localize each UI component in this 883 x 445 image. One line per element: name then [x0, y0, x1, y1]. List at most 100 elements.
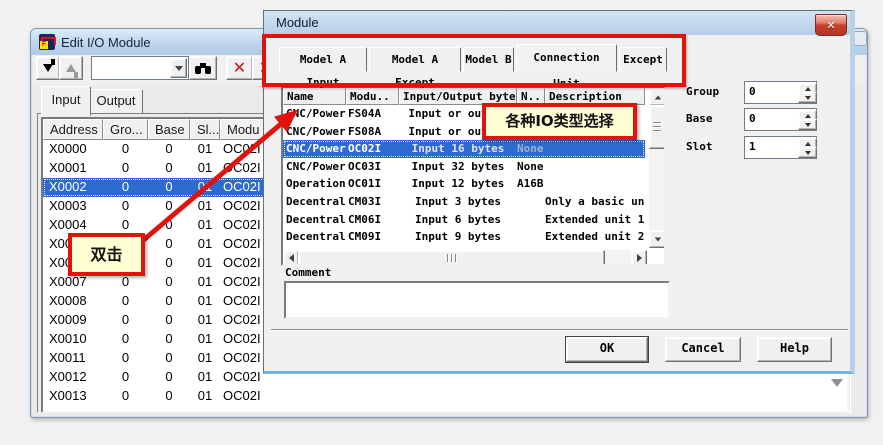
- cell: 0: [103, 311, 148, 330]
- vertical-scrollbar[interactable]: [649, 88, 664, 246]
- cell: 0: [148, 159, 190, 178]
- cell: Operation: [283, 175, 346, 193]
- module-type-tabs: Model A InputModel A ExceptModel BConnec…: [279, 43, 669, 72]
- tab-model-a-except[interactable]: Model A Except: [369, 47, 461, 72]
- spinner: [798, 110, 815, 127]
- tab-connection-unit[interactable]: Connection Unit: [516, 44, 617, 72]
- tab-except[interactable]: Except: [619, 47, 667, 72]
- cell: 0: [148, 216, 190, 235]
- cell: 0: [148, 368, 190, 387]
- scroll-left-button[interactable]: [283, 250, 299, 266]
- cell: 01: [190, 311, 220, 330]
- cell: OC01I: [346, 175, 399, 193]
- fanuc-ladder-icon: F: [39, 34, 55, 50]
- cell: 01: [190, 178, 220, 197]
- up-arrow-icon: [66, 64, 76, 72]
- module-list-row[interactable]: CNC/PowerOC02IInput 16 bytesNone: [283, 140, 645, 158]
- cell: [545, 175, 645, 193]
- combo-dropdown-button[interactable]: [170, 58, 187, 78]
- cell: FS04A: [346, 105, 399, 123]
- tab-output[interactable]: Output: [89, 89, 143, 116]
- module-list-row[interactable]: CNC/PowerOC03IInput 32 bytesNone: [283, 158, 645, 176]
- column-header[interactable]: Gro...: [103, 119, 148, 140]
- ok-button[interactable]: OK: [566, 337, 648, 362]
- down-arrow-icon: [43, 64, 53, 72]
- delete-button[interactable]: ✕: [226, 56, 253, 80]
- cell: 0: [148, 178, 190, 197]
- spin-down-button[interactable]: [798, 119, 817, 130]
- scroll-right-button[interactable]: [631, 250, 647, 266]
- cell: 01: [190, 387, 220, 406]
- module-list-row[interactable]: OperationOC01IInput 12 bytesA16B: [283, 175, 645, 193]
- cell: 0: [103, 178, 148, 197]
- scroll-right-icon: [637, 254, 642, 262]
- tab-model-b[interactable]: Model B: [463, 47, 514, 72]
- cell: 01: [190, 197, 220, 216]
- cell: Extended unit 2: [545, 228, 645, 246]
- cell: CM09I: [346, 228, 399, 246]
- cell: X0008: [43, 292, 103, 311]
- column-header[interactable]: Address: [43, 119, 103, 140]
- dialog-titlebar[interactable]: Module: [264, 11, 850, 35]
- field-label-slot: Slot: [686, 140, 713, 153]
- comment-input[interactable]: [284, 281, 670, 319]
- cell: 01: [190, 349, 220, 368]
- scrollbar-down-arrow-icon[interactable]: [831, 379, 843, 387]
- cell: 0: [148, 254, 190, 273]
- cell: 0: [103, 159, 148, 178]
- field-value: 1: [749, 140, 756, 153]
- field-slot[interactable]: 1: [744, 136, 817, 159]
- binoculars-icon: [195, 63, 211, 74]
- cell: Input 32 bytes: [399, 158, 517, 176]
- comment-label: Comment: [285, 266, 331, 279]
- module-list-row[interactable]: DecentralCM06IInput 6 bytesExtended unit…: [283, 211, 645, 229]
- cell: [545, 158, 645, 176]
- cell: Input 16 bytes: [399, 140, 517, 158]
- close-button[interactable]: ✕: [815, 14, 847, 36]
- spin-up-icon: [805, 142, 811, 146]
- spin-down-button[interactable]: [798, 92, 817, 103]
- cell: X0012: [43, 368, 103, 387]
- cell: 01: [190, 216, 220, 235]
- field-group[interactable]: 0: [744, 81, 817, 104]
- scroll-left-icon: [289, 254, 294, 262]
- red-x-icon: ✕: [233, 60, 246, 76]
- find-button[interactable]: [189, 56, 217, 80]
- cell: Input 6 bytes: [399, 211, 517, 229]
- move-down-button[interactable]: [36, 56, 60, 80]
- scrollbar-thumb[interactable]: [298, 250, 605, 266]
- tab-input[interactable]: Input: [41, 86, 91, 116]
- scroll-up-button[interactable]: [649, 88, 666, 106]
- tab-model-a-input[interactable]: Model A Input: [279, 47, 367, 72]
- table-row[interactable]: X00130001OC02I: [43, 387, 847, 406]
- io-type-callout: 各种IO类型选择: [482, 103, 637, 140]
- cell: A16B: [517, 175, 545, 193]
- column-header[interactable]: Sl...: [190, 119, 220, 140]
- module-list-row[interactable]: DecentralCM03IInput 3 bytesOnly a basic …: [283, 193, 645, 211]
- screen: F Edit I/O Module ✕ ✕: [0, 0, 883, 445]
- cell: CNC/Power: [283, 123, 346, 141]
- cell: 0: [103, 197, 148, 216]
- search-combobox[interactable]: [91, 56, 189, 80]
- help-button[interactable]: Help: [757, 337, 832, 362]
- cell: 01: [190, 292, 220, 311]
- double-click-callout: 双击: [68, 233, 145, 276]
- spin-down-button[interactable]: [798, 147, 817, 158]
- cell: X0011: [43, 349, 103, 368]
- column-header[interactable]: Modu..: [346, 88, 399, 105]
- cell: OC02I: [220, 387, 847, 406]
- field-base[interactable]: 0: [744, 108, 817, 131]
- spin-up-icon: [805, 87, 811, 91]
- move-up-button[interactable]: [59, 56, 83, 80]
- cell: 0: [148, 311, 190, 330]
- scroll-down-button[interactable]: [649, 230, 666, 248]
- module-list-row[interactable]: DecentralCM09IInput 9 bytesExtended unit…: [283, 228, 645, 246]
- horizontal-scrollbar[interactable]: [283, 250, 645, 264]
- column-header[interactable]: Base: [148, 119, 190, 140]
- scrollbar-thumb[interactable]: [649, 105, 666, 149]
- cell: 0: [148, 140, 190, 159]
- cell: X0001: [43, 159, 103, 178]
- cancel-button[interactable]: Cancel: [665, 337, 741, 362]
- dialog-title: Module: [276, 15, 319, 30]
- cell: Input 12 bytes: [399, 175, 517, 193]
